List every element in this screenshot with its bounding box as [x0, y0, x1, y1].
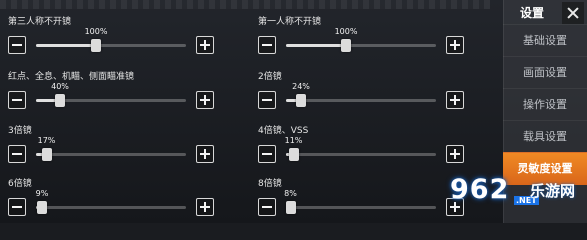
setting-value: 100%	[84, 27, 108, 36]
slider[interactable]	[36, 39, 186, 52]
setting-label: 8倍镜	[258, 179, 282, 189]
minus-icon	[12, 44, 22, 46]
minus-icon	[12, 153, 22, 155]
slider-thumb[interactable]	[37, 201, 47, 214]
slider[interactable]	[285, 201, 436, 214]
decrease-button[interactable]	[258, 36, 276, 54]
setting-label: 6倍镜	[8, 179, 32, 189]
decrease-button[interactable]	[258, 145, 276, 163]
setting-third-person-no-scope: 第三人称不开镜 100%	[8, 14, 218, 64]
sidebar-item-graphics[interactable]: 画面设置	[503, 56, 587, 89]
sidebar-item-vehicle[interactable]: 载具设置	[503, 120, 587, 153]
setting-4x-scope-vss: 4倍镜、VSS 11%	[258, 123, 468, 173]
setting-value: 8%	[284, 189, 297, 198]
top-heading-fragment	[0, 0, 490, 9]
watermark-number: 962	[450, 174, 510, 205]
increase-button[interactable]	[196, 36, 214, 54]
slider-thumb[interactable]	[55, 94, 65, 107]
setting-red-dot-holo-iron-side: 红点、全息、机瞄、侧面瞄准镜 40%	[8, 69, 218, 119]
sidebar-item-basic[interactable]: 基础设置	[503, 24, 587, 57]
slider-fill	[286, 44, 346, 47]
minus-icon	[12, 206, 22, 208]
slider[interactable]	[286, 94, 436, 107]
decrease-button[interactable]	[8, 91, 26, 109]
slider[interactable]	[36, 94, 186, 107]
minus-icon	[12, 99, 22, 101]
slider[interactable]	[36, 148, 186, 161]
setting-6x-scope: 6倍镜 9%	[8, 176, 218, 223]
setting-label: 红点、全息、机瞄、侧面瞄准镜	[8, 72, 135, 82]
watermark-site-name: 乐游网	[530, 182, 576, 200]
increase-button[interactable]	[446, 91, 464, 109]
increase-button[interactable]	[446, 36, 464, 54]
slider-thumb[interactable]	[285, 201, 296, 214]
slider-thumb[interactable]	[341, 39, 351, 52]
decrease-button[interactable]	[258, 91, 276, 109]
setting-value: 9%	[35, 189, 49, 198]
decrease-button[interactable]	[258, 198, 276, 216]
setting-value: 17%	[37, 136, 56, 145]
decrease-button[interactable]	[8, 36, 26, 54]
decrease-button[interactable]	[8, 198, 26, 216]
setting-8x-scope: 8倍镜 8%	[258, 176, 468, 223]
setting-label: 4倍镜、VSS	[258, 126, 309, 136]
setting-label: 第三人称不开镜	[8, 17, 72, 27]
slider-fill	[36, 44, 96, 47]
increase-button[interactable]	[196, 91, 214, 109]
decrease-button[interactable]	[8, 145, 26, 163]
setting-3x-scope: 3倍镜 17%	[8, 123, 218, 173]
minus-icon	[262, 153, 272, 155]
setting-value: 40%	[51, 82, 69, 91]
setting-label: 3倍镜	[8, 126, 32, 136]
minus-icon	[262, 206, 272, 208]
setting-value: 100%	[334, 27, 358, 36]
slider[interactable]	[36, 201, 186, 214]
setting-first-person-no-scope: 第一人称不开镜 100%	[258, 14, 468, 64]
sidebar-title: 设置	[520, 6, 545, 20]
slider-thumb[interactable]	[288, 148, 299, 161]
setting-label: 第一人称不开镜	[258, 17, 322, 27]
increase-button[interactable]	[196, 198, 214, 216]
sidebar-item-controls[interactable]: 操作设置	[503, 88, 587, 121]
slider-thumb[interactable]	[91, 39, 101, 52]
setting-label: 2倍镜	[258, 72, 282, 82]
close-button[interactable]	[562, 2, 584, 24]
sensitivity-settings-screen: 第三人称不开镜 100% 第一人称不开镜 100% 红点、全息、机瞄、侧面瞄准镜…	[0, 0, 587, 223]
minus-icon	[262, 99, 272, 101]
setting-value: 24%	[292, 82, 310, 91]
site-watermark-logo: 962 .NET 乐游网	[450, 172, 587, 223]
slider-thumb[interactable]	[296, 94, 306, 107]
minus-icon	[262, 44, 272, 46]
increase-button[interactable]	[196, 145, 214, 163]
setting-value: 11%	[284, 136, 303, 145]
slider-thumb[interactable]	[41, 148, 52, 161]
increase-button[interactable]	[446, 145, 464, 163]
setting-2x-scope: 2倍镜 24%	[258, 69, 468, 119]
slider[interactable]	[286, 148, 436, 161]
slider[interactable]	[286, 39, 436, 52]
